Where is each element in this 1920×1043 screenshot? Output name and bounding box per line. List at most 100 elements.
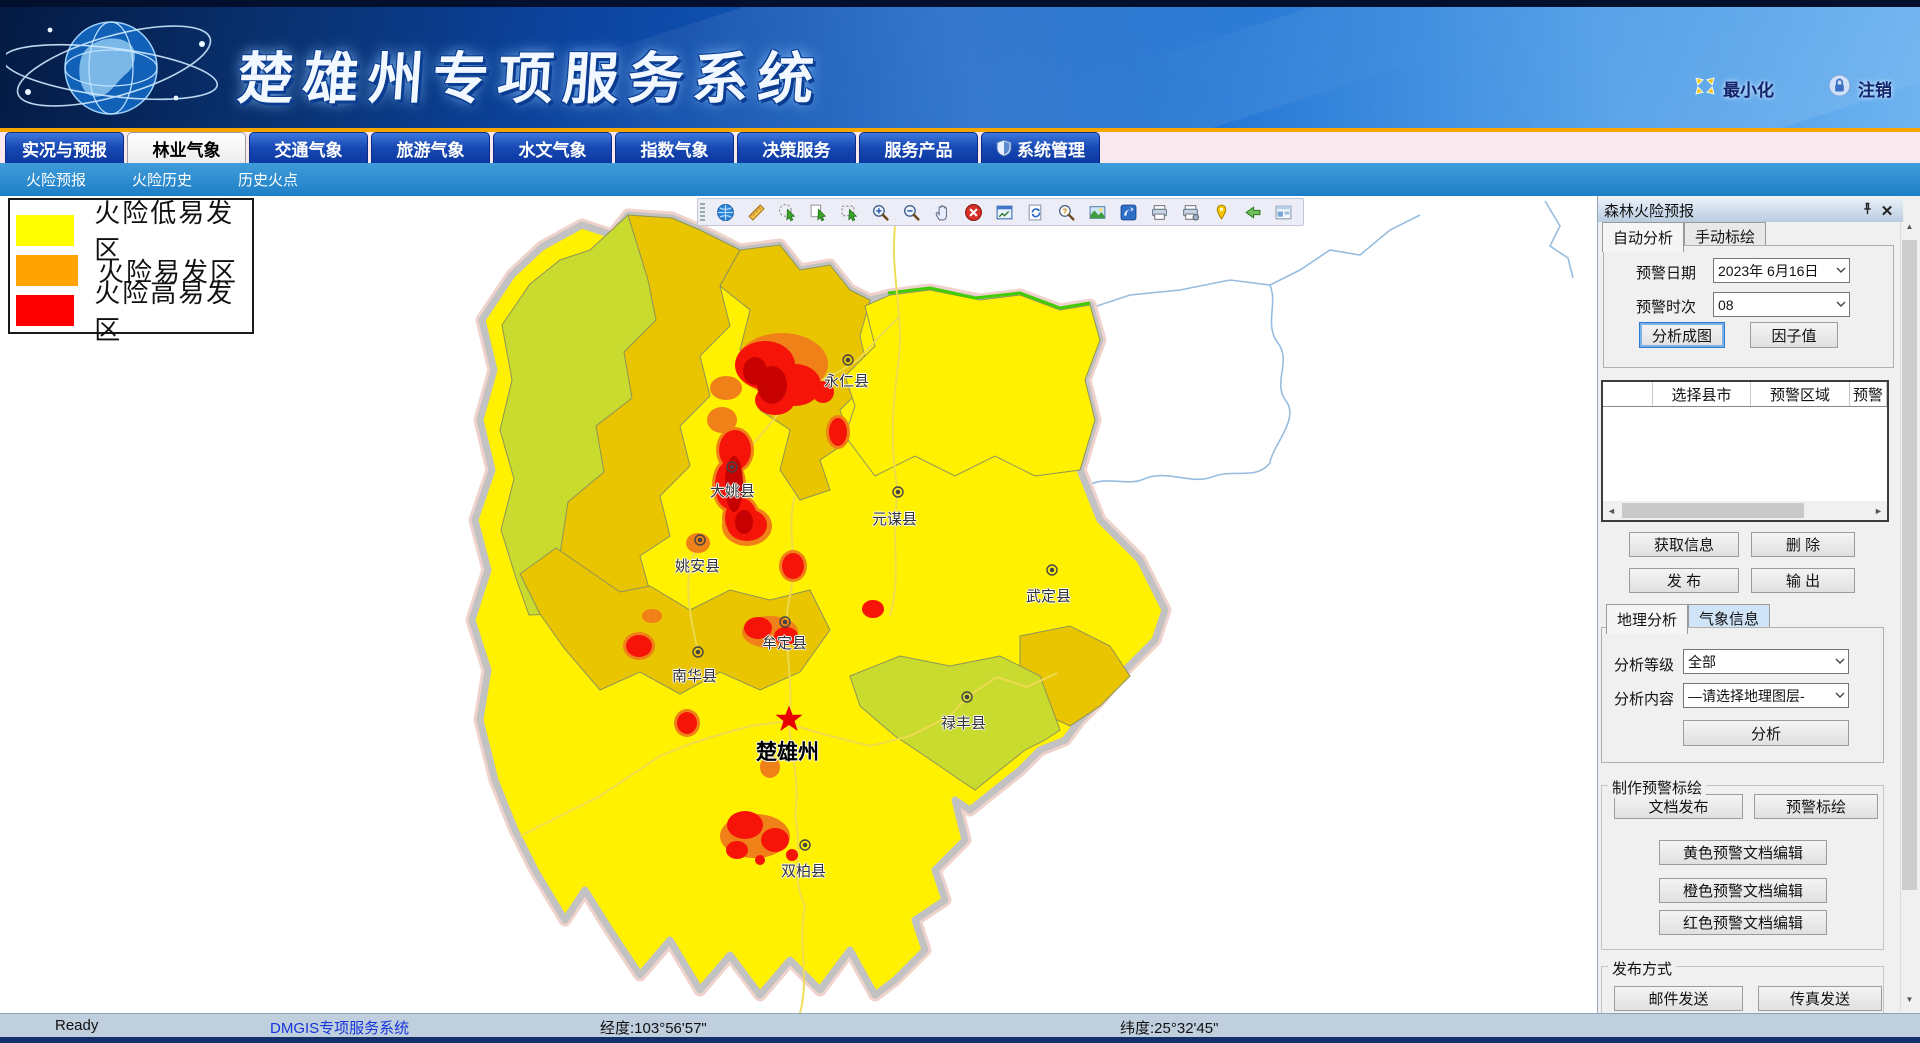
print-setup-icon[interactable]	[1176, 201, 1204, 223]
zoom-out-icon[interactable]	[897, 201, 925, 223]
back-arrow-icon[interactable]	[1238, 201, 1266, 223]
panel-header: 森林火险预报 ✕	[1598, 199, 1903, 222]
svg-text:?: ?	[1062, 206, 1067, 215]
map-canvas[interactable]: 永仁县元谋县大姚县姚安县武定县牟定县南华县禄丰县双柏县楚雄州 火险低易发区火险易…	[0, 196, 1597, 1013]
forest-fire-panel: 森林火险预报 ✕ 自动分析手动标绘 预警日期 2023年 6月16日 预警时次 …	[1597, 196, 1920, 1013]
logout-button[interactable]: 注销	[1828, 74, 1892, 102]
map-label-双柏县: 双柏县	[781, 860, 826, 881]
status-latitude: 纬度:25°32'45"	[1120, 1017, 1218, 1038]
layout-icon[interactable]	[1269, 201, 1297, 223]
chart-window-icon[interactable]	[990, 201, 1018, 223]
scroll-up-icon[interactable]: ▲	[1901, 222, 1918, 238]
plot-button-预警标绘[interactable]: 预警标绘	[1754, 794, 1878, 819]
legend-swatch	[16, 215, 74, 246]
panel-title: 森林火险预报	[1604, 200, 1857, 221]
minimize-button[interactable]: 最小化	[1694, 76, 1774, 101]
scroll-right-icon[interactable]: ►	[1870, 506, 1887, 516]
stop-icon[interactable]	[959, 201, 987, 223]
image-icon[interactable]	[1083, 201, 1111, 223]
tab-系统管理[interactable]: 系统管理	[981, 132, 1100, 163]
scroll-down-icon[interactable]: ▼	[1901, 995, 1918, 1011]
time-label: 预警时次	[1636, 296, 1696, 317]
tab-指数气象[interactable]: 指数气象	[615, 132, 734, 163]
export-map-icon[interactable]	[1114, 201, 1142, 223]
action-button-获取信息[interactable]: 获取信息	[1629, 532, 1739, 557]
panel-vscrollbar[interactable]: ▲ ▼	[1900, 222, 1918, 1011]
map-label-大姚县: 大姚县	[710, 480, 755, 501]
tab-服务产品[interactable]: 服务产品	[859, 132, 978, 163]
publish-button-邮件发送[interactable]: 邮件发送	[1614, 986, 1743, 1011]
action-button-删除[interactable]: 删 除	[1751, 532, 1855, 557]
minimize-icon	[1694, 76, 1716, 101]
warning-table[interactable]: 选择县市预警区域预警 ◄ ►	[1601, 380, 1889, 522]
pin-icon[interactable]	[1857, 202, 1877, 219]
globe-icon[interactable]	[711, 201, 739, 223]
table-header[interactable]: 预警区域	[1751, 382, 1850, 406]
table-header[interactable]: 选择县市	[1653, 382, 1751, 406]
analyze-map-button[interactable]: 分析成图	[1639, 322, 1725, 348]
factor-value-button[interactable]: 因子值	[1750, 322, 1838, 348]
table-header[interactable]	[1603, 382, 1653, 406]
panel-tab-地理分析[interactable]: 地理分析	[1606, 604, 1688, 634]
legend-swatch	[16, 295, 74, 326]
toolbar-grip[interactable]	[700, 203, 705, 221]
print-icon[interactable]	[1145, 201, 1173, 223]
content-combobox[interactable]: —请选择地理图层-	[1683, 683, 1849, 708]
tab-交通气象[interactable]: 交通气象	[249, 132, 368, 163]
submenu-item-历史火点[interactable]: 历史火点	[238, 169, 298, 190]
plot-button-黄色预警文档编辑[interactable]: 黄色预警文档编辑	[1659, 840, 1827, 865]
close-icon[interactable]: ✕	[1877, 202, 1897, 220]
tab-决策服务[interactable]: 决策服务	[737, 132, 856, 163]
action-button-输出[interactable]: 输 出	[1751, 568, 1855, 593]
chevron-down-icon	[1833, 299, 1849, 311]
tab-旅游气象[interactable]: 旅游气象	[371, 132, 490, 163]
scroll-left-icon[interactable]: ◄	[1603, 506, 1620, 516]
map-label-武定县: 武定县	[1026, 585, 1071, 606]
table-hscrollbar[interactable]: ◄ ►	[1603, 501, 1887, 520]
map-label-南华县: 南华县	[672, 665, 717, 686]
tab-林业气象[interactable]: 林业气象	[127, 132, 246, 163]
ruler-icon[interactable]	[742, 201, 770, 223]
publish-group-title: 发布方式	[1608, 958, 1676, 979]
vscroll-thumb[interactable]	[1902, 240, 1917, 890]
pan-icon[interactable]	[928, 201, 956, 223]
action-button-发布[interactable]: 发 布	[1629, 568, 1739, 593]
submenu-item-火险预报[interactable]: 火险预报	[26, 169, 86, 190]
plot-button-橙色预警文档编辑[interactable]: 橙色预警文档编辑	[1659, 878, 1827, 903]
table-header[interactable]: 预警	[1850, 382, 1887, 406]
application-window: 楚雄州专项服务系统 最小化 注销 实况与预报林业气象交通气象旅游气象水文气象指数…	[0, 0, 1920, 1043]
panel-tab-自动分析[interactable]: 自动分析	[1602, 222, 1684, 252]
select-circle-icon[interactable]	[773, 201, 801, 223]
map-legend: 火险低易发区火险易发区火险高易发区	[8, 198, 254, 334]
status-bar: Ready DMGIS专项服务系统 经度:103°56'57" 纬度:25°32…	[0, 1013, 1920, 1038]
plot-button-红色预警文档编辑[interactable]: 红色预警文档编辑	[1659, 910, 1827, 935]
tab-实况与预报[interactable]: 实况与预报	[5, 132, 124, 163]
lasso-select-icon[interactable]	[835, 201, 863, 223]
globe-logo-icon	[6, 4, 231, 128]
legend-item: 火险高易发区	[16, 290, 252, 330]
banner: 楚雄州专项服务系统 最小化 注销	[0, 0, 1920, 128]
chevron-down-icon	[1832, 656, 1848, 668]
level-label: 分析等级	[1614, 654, 1674, 675]
hscroll-thumb[interactable]	[1622, 503, 1804, 518]
submenu-bar: 火险预报 火险历史 历史火点	[0, 163, 1920, 196]
analyze-button[interactable]: 分析	[1683, 720, 1849, 746]
publish-button-传真发送[interactable]: 传真发送	[1758, 986, 1882, 1011]
date-combobox[interactable]: 2023年 6月16日	[1713, 258, 1850, 283]
status-ready: Ready	[55, 1017, 98, 1034]
pin-marker-icon[interactable]	[1207, 201, 1235, 223]
refresh-page-icon[interactable]	[1021, 201, 1049, 223]
identify-icon[interactable]: ?	[1052, 201, 1080, 223]
map-label-楚雄州: 楚雄州	[756, 736, 819, 766]
chevron-down-icon	[1832, 690, 1848, 702]
app-title: 楚雄州专项服务系统	[235, 34, 826, 115]
time-combobox[interactable]: 08	[1713, 292, 1850, 317]
submenu-item-火险历史[interactable]: 火险历史	[132, 169, 192, 190]
tab-水文气象[interactable]: 水文气象	[493, 132, 612, 163]
level-combobox[interactable]: 全部	[1683, 649, 1849, 674]
select-arrow-icon[interactable]	[804, 201, 832, 223]
map-label-姚安县: 姚安县	[675, 555, 720, 576]
map-toolbar: ?	[697, 198, 1304, 226]
date-label: 预警日期	[1636, 262, 1696, 283]
zoom-in-icon[interactable]	[866, 201, 894, 223]
